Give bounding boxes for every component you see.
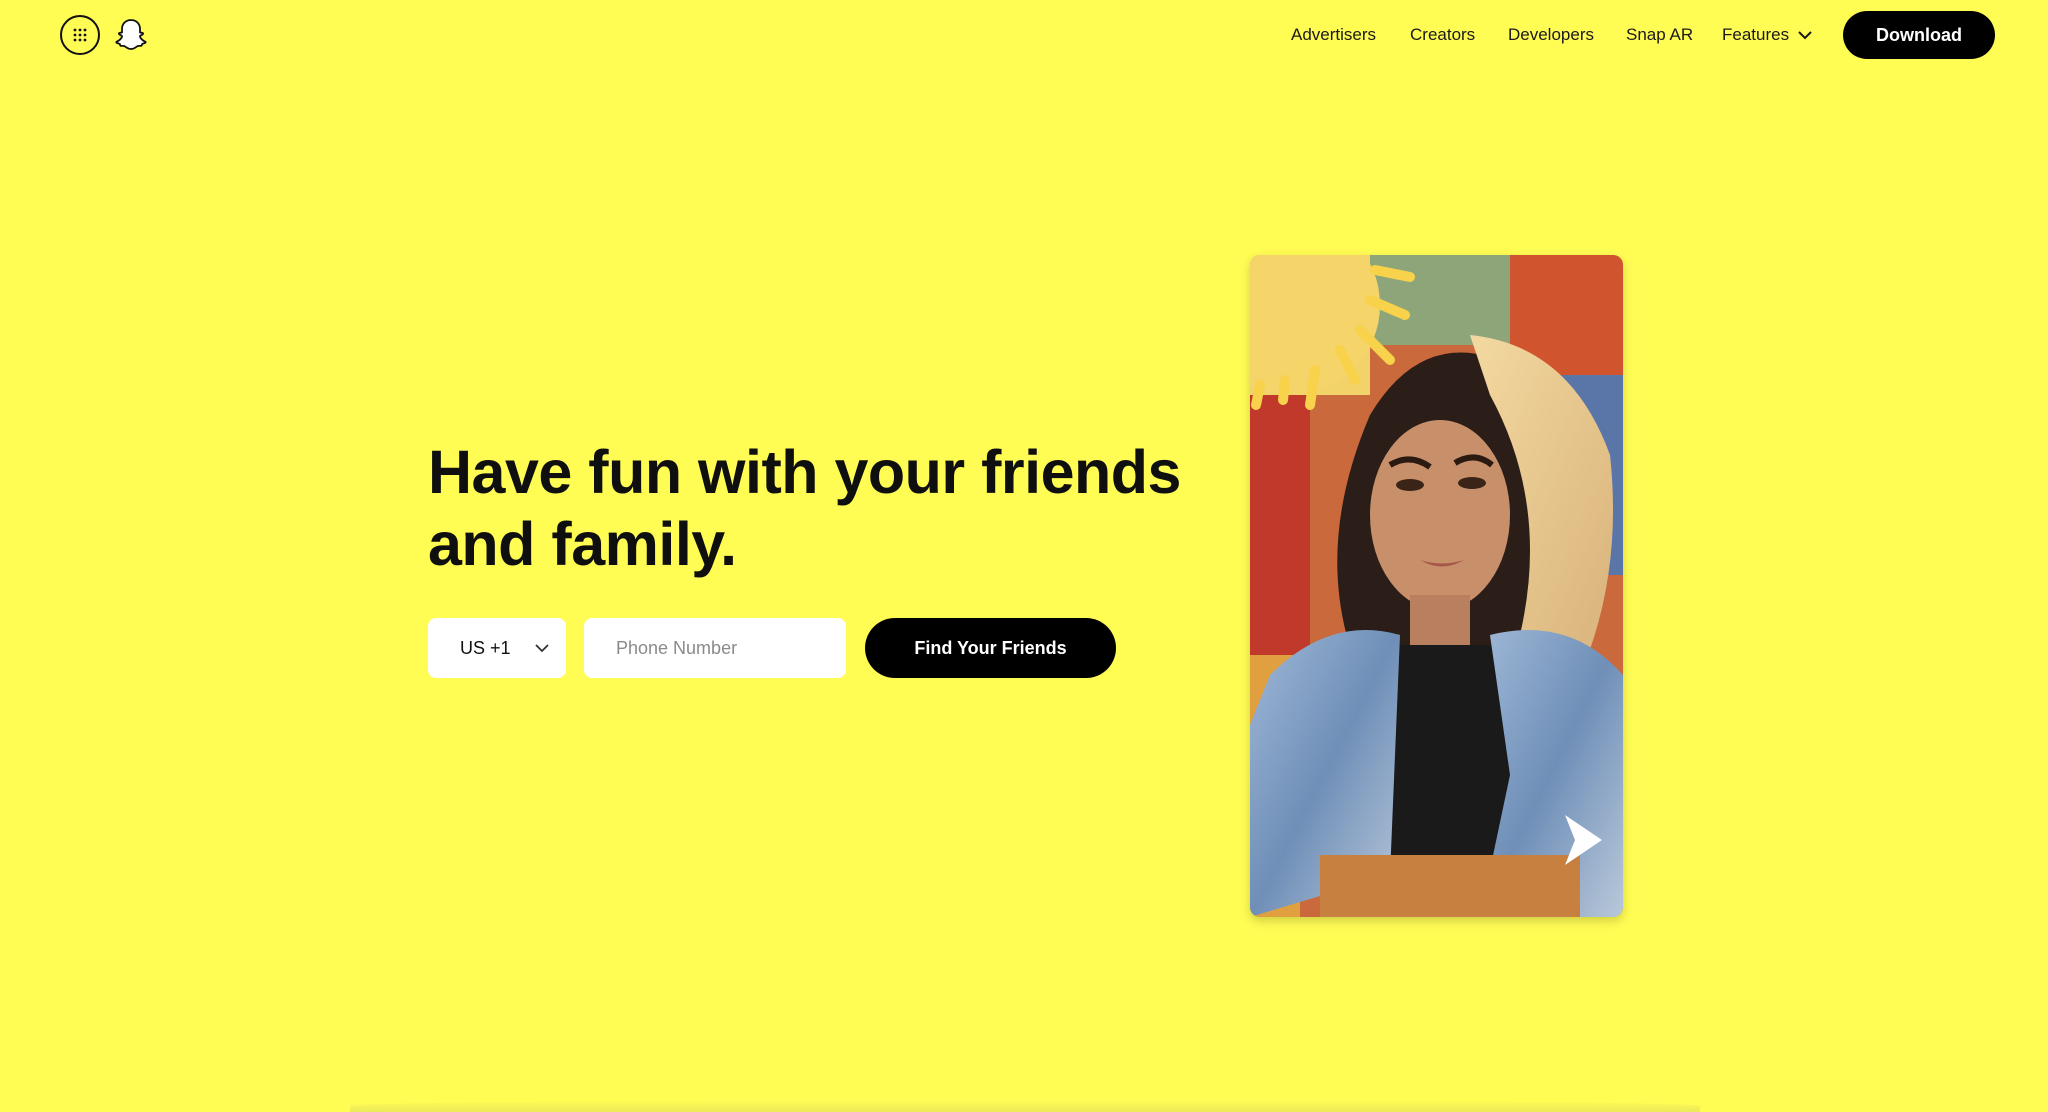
headline-line-2: and family. [428,510,737,578]
country-code-value: US +1 [460,637,511,658]
nav-creators[interactable]: Creators [1410,25,1475,45]
grid-dots-icon [73,28,87,42]
nav-snap-ar[interactable]: Snap AR [1626,25,1693,45]
chevron-down-icon [1798,31,1812,40]
phone-number-input[interactable] [584,618,846,678]
country-code-select[interactable]: US +1 [428,618,566,678]
nav-features[interactable]: Features [1722,25,1813,45]
snapchat-ghost-icon[interactable] [113,17,149,53]
hero-photo [1250,255,1623,917]
chevron-down-icon [535,644,549,653]
apps-menu-button[interactable] [60,15,100,55]
nav-advertisers[interactable]: Advertisers [1291,25,1376,45]
download-button[interactable]: Download [1843,11,1995,59]
section-divider-shadow [350,1100,1700,1112]
hero-headline: Have fun with your friends and family. [428,436,1228,580]
find-your-friends-button[interactable]: Find Your Friends [865,618,1116,678]
site-header: Advertisers Creators Developers Snap AR … [0,0,2048,70]
snapchat-homepage: Advertisers Creators Developers Snap AR … [0,0,2048,1112]
nav-developers[interactable]: Developers [1508,25,1594,45]
headline-line-1: Have fun with your friends [428,438,1182,506]
nav-features-label: Features [1722,25,1790,44]
